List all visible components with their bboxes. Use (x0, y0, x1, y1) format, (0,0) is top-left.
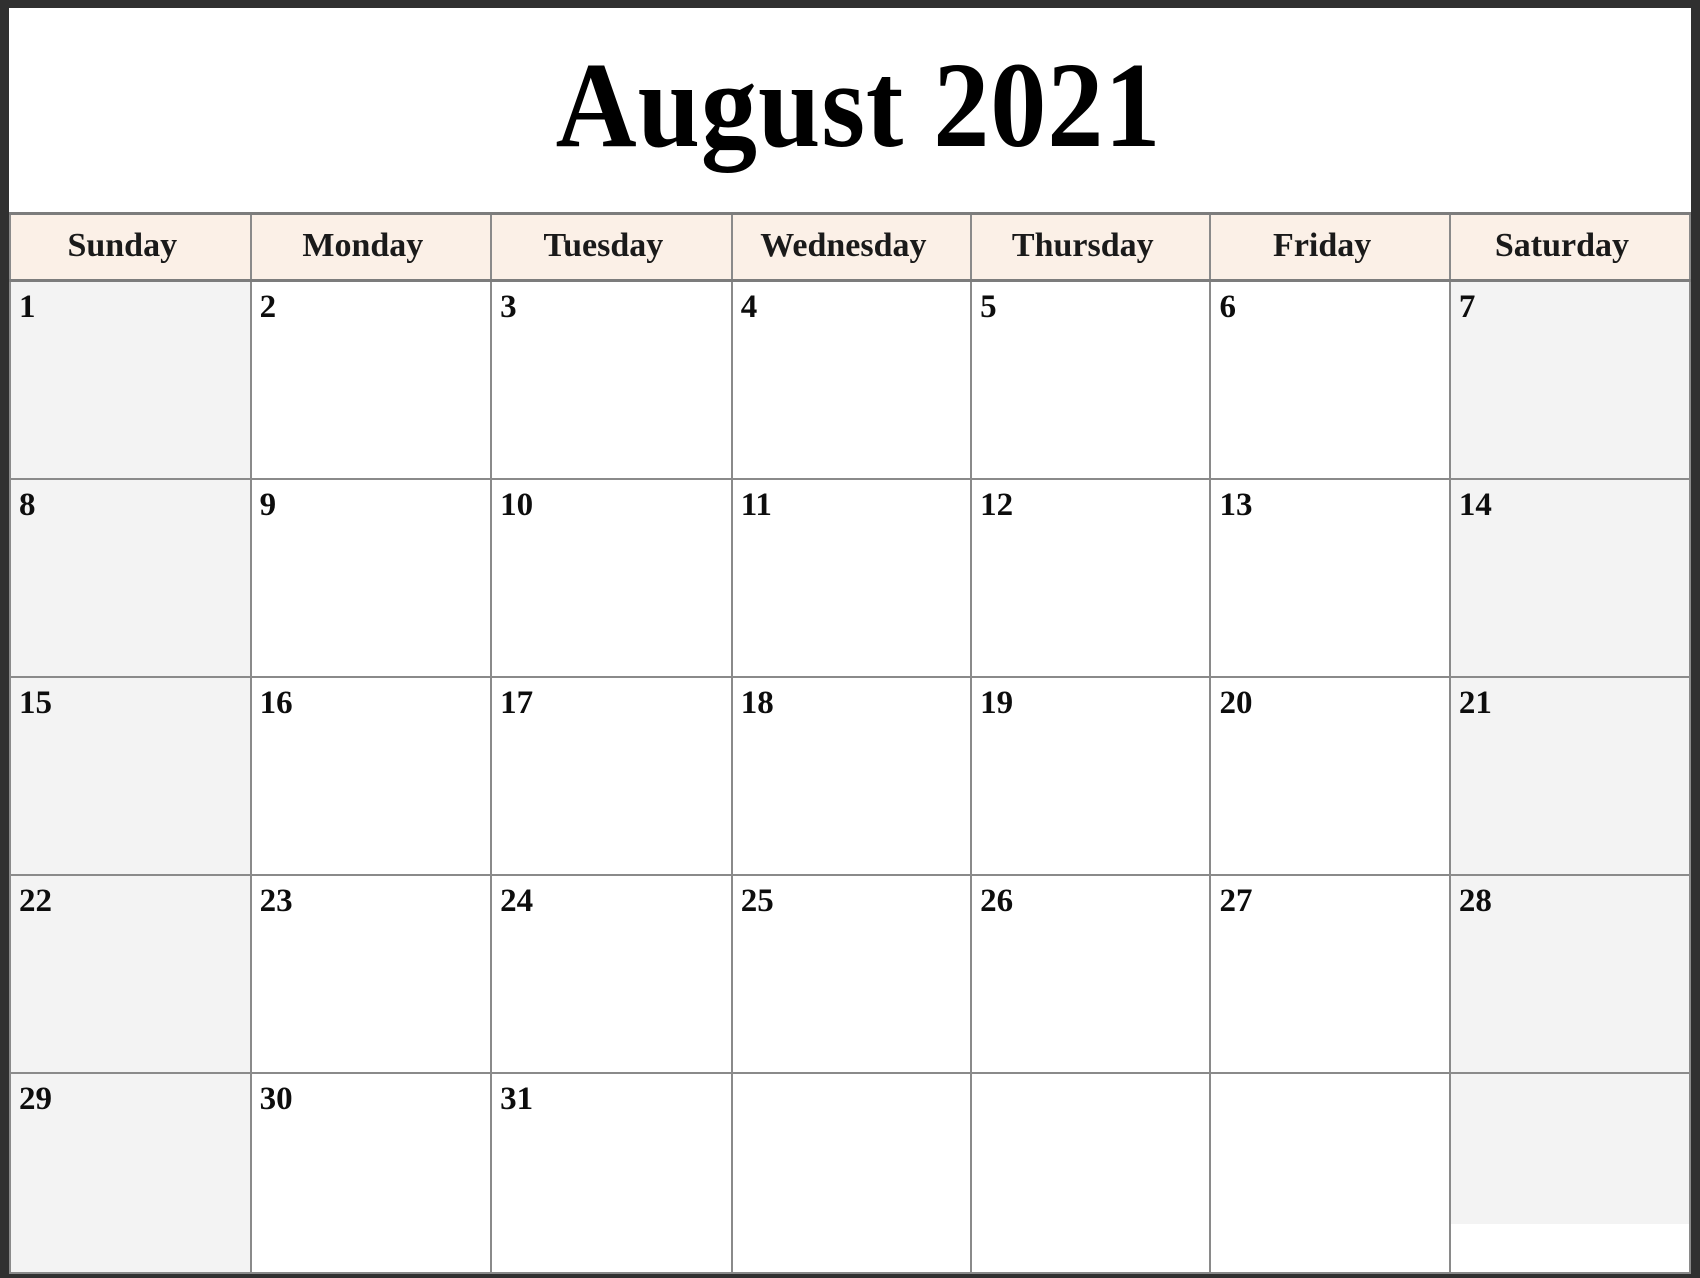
day-number: 24 (500, 883, 534, 919)
calendar-day-cell[interactable]: 31 (490, 1072, 733, 1274)
calendar-week-row: 22 23 24 25 26 27 28 (9, 874, 1692, 1074)
day-number: 3 (500, 289, 517, 325)
day-number: 1 (19, 289, 36, 325)
day-number: 19 (980, 685, 1014, 721)
calendar-day-cell[interactable]: 24 (490, 874, 733, 1074)
day-number: 31 (500, 1081, 534, 1117)
day-number: 8 (19, 487, 36, 523)
calendar-week-row: 29 30 31 (9, 1072, 1692, 1274)
day-number: 4 (740, 289, 758, 325)
calendar-day-cell[interactable]: 30 (249, 1072, 493, 1274)
calendar-day-cell[interactable] (1209, 1072, 1451, 1274)
calendar-day-cell[interactable]: 15 (9, 676, 252, 876)
calendar-day-cell[interactable]: 10 (490, 478, 733, 678)
weekday-header-row: Sunday Monday Tuesday Wednesday Thursday… (9, 212, 1692, 282)
calendar-day-cell[interactable]: 16 (249, 676, 493, 876)
calendar-day-cell[interactable]: 26 (970, 874, 1212, 1074)
calendar-day-cell[interactable]: 12 (970, 478, 1212, 678)
day-number: 6 (1219, 289, 1236, 325)
day-number: 16 (259, 685, 293, 721)
weekday-header-thursday: Thursday (970, 212, 1212, 282)
calendar-frame: August 2021 Sunday Monday Tuesday Wednes… (0, 0, 1700, 1278)
day-number: 28 (1458, 883, 1492, 919)
day-number: 10 (500, 487, 534, 523)
calendar-day-cell[interactable]: 20 (1209, 676, 1451, 876)
calendar-day-cell[interactable]: 28 (1448, 874, 1692, 1074)
weekday-header-saturday: Saturday (1448, 212, 1692, 282)
weekday-header-wednesday: Wednesday (730, 212, 973, 282)
page-title: August 2021 (555, 38, 1162, 173)
calendar-day-cell[interactable]: 11 (730, 478, 973, 678)
calendar-week-row: 8 9 10 11 12 13 14 (9, 478, 1692, 678)
calendar-day-cell[interactable]: 2 (249, 279, 493, 480)
calendar-day-cell[interactable] (970, 1072, 1212, 1274)
day-number: 25 (740, 883, 774, 919)
calendar-day-cell[interactable]: 17 (490, 676, 733, 876)
day-number: 23 (259, 883, 293, 919)
calendar-day-cell[interactable]: 29 (9, 1072, 252, 1274)
day-number: 12 (980, 487, 1014, 523)
calendar-day-cell[interactable]: 22 (9, 874, 252, 1074)
day-number: 15 (19, 685, 52, 721)
calendar-day-cell[interactable]: 23 (249, 874, 493, 1074)
calendar-title-band: August 2021 (9, 8, 1691, 212)
calendar-day-cell[interactable]: 7 (1448, 279, 1692, 480)
day-number: 9 (259, 487, 277, 523)
calendar-day-cell[interactable] (730, 1072, 973, 1274)
day-number: 5 (980, 289, 997, 325)
calendar-day-cell[interactable]: 14 (1448, 478, 1692, 678)
calendar-day-cell[interactable]: 6 (1209, 279, 1451, 480)
calendar-week-row: 1 2 3 4 5 6 7 (9, 279, 1692, 480)
day-number: 20 (1219, 685, 1253, 721)
calendar-day-cell[interactable]: 18 (730, 676, 973, 876)
day-number: 27 (1219, 883, 1253, 919)
calendar-day-cell[interactable]: 1 (9, 279, 252, 480)
calendar-week-row: 15 16 17 18 19 20 21 (9, 676, 1692, 876)
calendar-day-cell[interactable]: 19 (970, 676, 1212, 876)
weekday-header-friday: Friday (1209, 212, 1451, 282)
calendar-day-cell[interactable]: 25 (730, 874, 973, 1074)
calendar-day-cell[interactable]: 13 (1209, 478, 1451, 678)
day-number: 7 (1458, 289, 1476, 325)
day-number: 29 (19, 1081, 52, 1117)
day-number: 26 (980, 883, 1014, 919)
calendar-table: Sunday Monday Tuesday Wednesday Thursday… (9, 212, 1692, 1274)
day-number: 2 (259, 289, 277, 325)
weekday-header-tuesday: Tuesday (490, 212, 733, 282)
day-number: 14 (1458, 487, 1492, 523)
calendar-day-cell[interactable]: 4 (730, 279, 973, 480)
calendar-day-cell[interactable]: 3 (490, 279, 733, 480)
day-number: 13 (1219, 487, 1253, 523)
calendar-day-cell[interactable]: 5 (970, 279, 1212, 480)
calendar-day-cell[interactable]: 21 (1448, 676, 1692, 876)
day-number: 22 (19, 883, 52, 919)
day-number: 11 (740, 487, 772, 523)
calendar-day-cell[interactable]: 27 (1209, 874, 1451, 1074)
weekday-header-sunday: Sunday (9, 212, 252, 282)
calendar-day-cell[interactable]: 9 (249, 478, 493, 678)
day-number: 17 (500, 685, 534, 721)
day-number: 18 (740, 685, 774, 721)
calendar-day-cell[interactable]: 8 (9, 478, 252, 678)
calendar-day-cell[interactable] (1448, 1072, 1692, 1274)
calendar-grid: Sunday Monday Tuesday Wednesday Thursday… (9, 212, 1692, 1274)
day-number: 21 (1458, 685, 1492, 721)
day-number: 30 (259, 1081, 293, 1117)
weekday-header-monday: Monday (249, 212, 493, 282)
